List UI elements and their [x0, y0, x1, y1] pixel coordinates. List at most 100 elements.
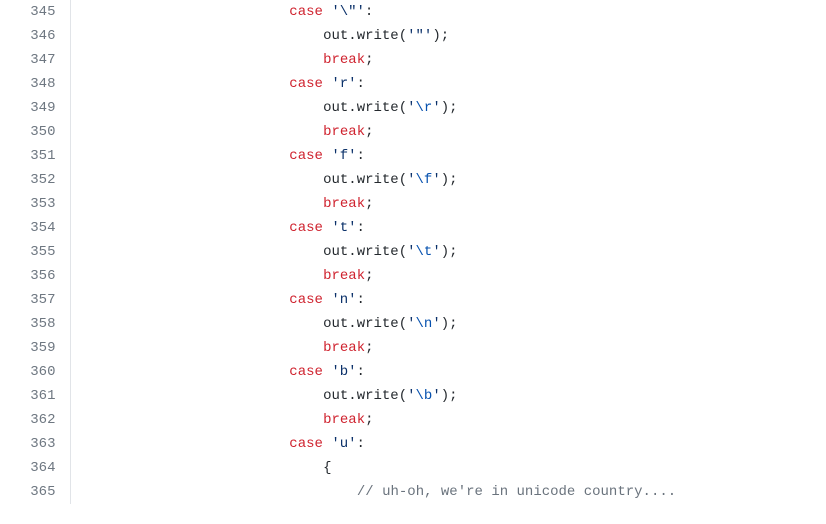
- line-number[interactable]: 352: [0, 168, 70, 192]
- code-line: 364{: [0, 456, 826, 480]
- token-s: 'b': [331, 364, 356, 380]
- token-k: case: [289, 436, 323, 452]
- token-p: );: [441, 172, 458, 188]
- line-number[interactable]: 359: [0, 336, 70, 360]
- token-k: break: [323, 196, 365, 212]
- line-number[interactable]: 346: [0, 24, 70, 48]
- code-line: 359break;: [0, 336, 826, 360]
- code-line: 361out.write('\b');: [0, 384, 826, 408]
- line-number[interactable]: 362: [0, 408, 70, 432]
- token-k: case: [289, 4, 323, 20]
- line-number[interactable]: 361: [0, 384, 70, 408]
- code-content[interactable]: out.write('\n');: [70, 312, 826, 336]
- line-number[interactable]: 345: [0, 0, 70, 24]
- code-line: 351case 'f':: [0, 144, 826, 168]
- code-content[interactable]: case 't':: [70, 216, 826, 240]
- line-number[interactable]: 354: [0, 216, 70, 240]
- code-line: 350break;: [0, 120, 826, 144]
- token-p: out.write(: [323, 172, 407, 188]
- token-p: :: [357, 436, 365, 452]
- code-content[interactable]: // uh-oh, we're in unicode country....: [70, 480, 826, 504]
- token-k: case: [289, 364, 323, 380]
- line-number[interactable]: 360: [0, 360, 70, 384]
- token-p: out.write(: [323, 316, 407, 332]
- token-p: :: [357, 76, 365, 92]
- token-s: ': [407, 244, 415, 260]
- token-esc: \n: [416, 316, 433, 332]
- line-number[interactable]: 358: [0, 312, 70, 336]
- code-line: 349out.write('\r');: [0, 96, 826, 120]
- token-k: case: [289, 292, 323, 308]
- token-p: :: [357, 292, 365, 308]
- token-s: 'u': [331, 436, 356, 452]
- code-content[interactable]: case 'f':: [70, 144, 826, 168]
- code-content[interactable]: out.write('\r');: [70, 96, 826, 120]
- line-number[interactable]: 349: [0, 96, 70, 120]
- code-content[interactable]: {: [70, 456, 826, 480]
- line-number[interactable]: 348: [0, 72, 70, 96]
- token-p: );: [441, 316, 458, 332]
- token-esc: \t: [416, 244, 433, 260]
- code-line: 358out.write('\n');: [0, 312, 826, 336]
- token-s: 't': [331, 220, 356, 236]
- token-esc: \r: [416, 100, 433, 116]
- line-number[interactable]: 357: [0, 288, 70, 312]
- token-p: );: [432, 28, 449, 44]
- token-p: ;: [365, 124, 373, 140]
- code-content[interactable]: out.write('\f');: [70, 168, 826, 192]
- code-line: 353break;: [0, 192, 826, 216]
- token-p: ;: [365, 268, 373, 284]
- code-line: 365// uh-oh, we're in unicode country...…: [0, 480, 826, 504]
- token-k: case: [289, 148, 323, 164]
- line-number[interactable]: 353: [0, 192, 70, 216]
- code-content[interactable]: case 'b':: [70, 360, 826, 384]
- code-content[interactable]: out.write('\b');: [70, 384, 826, 408]
- token-s: '"': [407, 28, 432, 44]
- token-k: break: [323, 124, 365, 140]
- token-k: break: [323, 52, 365, 68]
- line-number[interactable]: 364: [0, 456, 70, 480]
- code-content[interactable]: case 'u':: [70, 432, 826, 456]
- line-number[interactable]: 355: [0, 240, 70, 264]
- code-content[interactable]: case 'n':: [70, 288, 826, 312]
- code-line: 347break;: [0, 48, 826, 72]
- token-esc: \f: [416, 172, 433, 188]
- code-line: 348case 'r':: [0, 72, 826, 96]
- token-k: case: [289, 76, 323, 92]
- code-line: 356break;: [0, 264, 826, 288]
- line-number[interactable]: 350: [0, 120, 70, 144]
- token-s: ': [432, 100, 440, 116]
- code-line: 352out.write('\f');: [0, 168, 826, 192]
- token-p: );: [441, 244, 458, 260]
- code-content[interactable]: case '\"':: [70, 0, 826, 24]
- line-number[interactable]: 365: [0, 480, 70, 504]
- code-line: 362break;: [0, 408, 826, 432]
- code-line: 357case 'n':: [0, 288, 826, 312]
- token-esc: \b: [416, 388, 433, 404]
- token-k: break: [323, 412, 365, 428]
- token-s: 'f': [331, 148, 356, 164]
- code-content[interactable]: out.write('\t');: [70, 240, 826, 264]
- token-p: ;: [365, 52, 373, 68]
- token-p: out.write(: [323, 244, 407, 260]
- code-content[interactable]: out.write('"');: [70, 24, 826, 48]
- token-p: );: [441, 100, 458, 116]
- code-content[interactable]: case 'r':: [70, 72, 826, 96]
- code-content[interactable]: break;: [70, 336, 826, 360]
- token-s: ': [432, 172, 440, 188]
- code-content[interactable]: break;: [70, 264, 826, 288]
- code-line: 345case '\"':: [0, 0, 826, 24]
- token-p: out.write(: [323, 100, 407, 116]
- line-number[interactable]: 347: [0, 48, 70, 72]
- code-block: 345case '\"':346out.write('"');347break;…: [0, 0, 826, 504]
- code-content[interactable]: break;: [70, 192, 826, 216]
- line-number[interactable]: 356: [0, 264, 70, 288]
- token-s: ': [432, 388, 440, 404]
- code-content[interactable]: break;: [70, 408, 826, 432]
- line-number[interactable]: 363: [0, 432, 70, 456]
- code-content[interactable]: break;: [70, 120, 826, 144]
- line-number[interactable]: 351: [0, 144, 70, 168]
- token-s: 'n': [331, 292, 356, 308]
- token-p: :: [357, 148, 365, 164]
- code-content[interactable]: break;: [70, 48, 826, 72]
